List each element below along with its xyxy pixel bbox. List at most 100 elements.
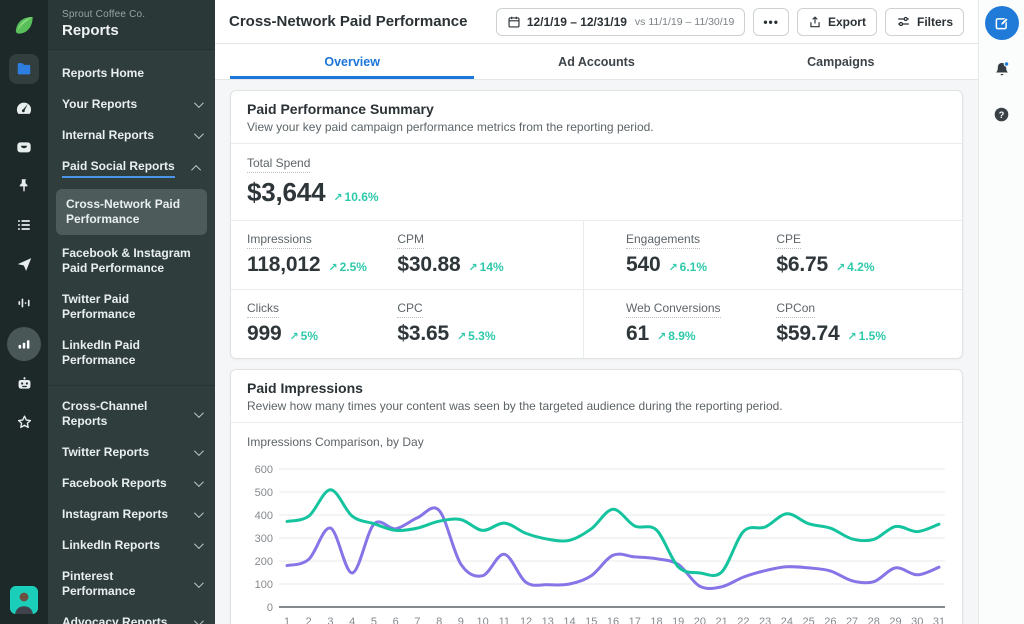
svg-text:5: 5 — [371, 616, 377, 624]
chevron-down-icon — [193, 539, 204, 550]
compose-button[interactable] — [984, 6, 1019, 40]
sidebar-item-advocacy-reports[interactable]: Advocacy Reports — [48, 607, 215, 624]
sidebar-item-facebook-reports[interactable]: Facebook Reports — [48, 468, 215, 499]
svg-text:30: 30 — [911, 616, 923, 624]
main-area: Cross-Network Paid Performance 12/1/19 –… — [215, 0, 978, 624]
sidebar-item-label: Twitter Paid Performance — [62, 292, 136, 321]
svg-text:600: 600 — [255, 464, 273, 476]
metrics-row-1-right: Engagements 540 ↗ 6.1% CPE $6.75 ↗ 4.2% — [583, 221, 962, 289]
metric-engagements: Engagements 540 ↗ 6.1% — [626, 230, 776, 277]
svg-text:13: 13 — [542, 616, 554, 624]
sidebar-item-cross-network-paid-performance[interactable]: Cross-Network Paid Performance — [56, 189, 207, 235]
chevron-down-icon — [193, 616, 204, 624]
topbar: Cross-Network Paid Performance 12/1/19 –… — [215, 0, 978, 44]
cpcon-value: $59.74 — [776, 322, 840, 345]
up-trend-arrow-icon: ↗ — [468, 262, 478, 274]
sidebar-item-instagram-reports[interactable]: Instagram Reports — [48, 499, 215, 530]
chevron-down-icon — [193, 508, 204, 519]
help-question-icon[interactable]: ? — [992, 105, 1011, 129]
sidebar-item-linkedin-reports[interactable]: LinkedIn Reports — [48, 530, 215, 561]
feed-list-icon[interactable] — [9, 210, 39, 240]
total-spend-value: $3,644 — [247, 177, 326, 207]
sidebar-item-label: Your Reports — [62, 97, 138, 111]
engagements-value: 540 — [626, 253, 661, 276]
export-icon — [808, 15, 822, 29]
reports-folder-icon[interactable] — [9, 54, 39, 84]
reports-bar-chart-icon[interactable] — [7, 327, 41, 361]
metric-cpcon: CPCon $59.74 ↗ 1.5% — [776, 299, 946, 346]
calendar-icon — [507, 15, 521, 29]
cpe-change: ↗ 4.2% — [835, 260, 875, 274]
sidebar-item-label: Cross-Channel Reports — [62, 399, 148, 428]
sidebar-item-your-reports[interactable]: Your Reports — [48, 89, 215, 120]
bot-icon[interactable] — [9, 368, 39, 398]
up-trend-arrow-icon: ↗ — [456, 331, 467, 343]
tab-campaigns[interactable]: Campaigns — [719, 44, 963, 79]
listening-equalizer-icon[interactable] — [9, 288, 39, 318]
paid-performance-summary-card: Paid Performance Summary View your key p… — [230, 90, 963, 359]
org-name: Sprout Coffee Co. — [62, 9, 146, 20]
user-avatar[interactable] — [10, 586, 38, 614]
sidebar-item-reports-home[interactable]: Reports Home — [48, 58, 215, 89]
metrics-row-2: Clicks 999 ↗ 5% CPC $3.65 ↗ 5.3% Web Convers… — [231, 289, 962, 358]
total-spend-change: ↗ 10.6% — [333, 190, 379, 204]
cpm-label[interactable]: CPM — [397, 232, 425, 249]
chevron-down-icon — [193, 477, 204, 488]
more-options-button[interactable]: ••• — [753, 7, 789, 36]
up-trend-arrow-icon: ↗ — [656, 331, 667, 343]
svg-text:29: 29 — [889, 616, 901, 624]
sidebar-item-pinterest-performance[interactable]: Pinterest Performance — [48, 561, 215, 607]
sidebar-item-linkedin-paid-performance[interactable]: LinkedIn Paid Performance — [48, 330, 215, 376]
web-conversions-value: 61 — [626, 322, 649, 345]
tab-overview[interactable]: Overview — [230, 44, 474, 79]
impressions-chart-body: Impressions Comparison, by Day 0 100 200 30… — [231, 423, 962, 624]
svg-text:200: 200 — [255, 556, 273, 568]
advocacy-star-icon[interactable] — [9, 407, 39, 437]
svg-text:7: 7 — [414, 616, 420, 624]
filter-sliders-icon — [896, 14, 911, 29]
engagements-label[interactable]: Engagements — [626, 232, 701, 249]
sidebar-item-internal-reports[interactable]: Internal Reports — [48, 120, 215, 151]
sidebar-item-cross-channel-reports[interactable]: Cross-Channel Reports — [48, 391, 215, 437]
report-tabs: Overview Ad Accounts Campaigns — [215, 44, 978, 80]
sprout-logo-icon[interactable] — [9, 10, 39, 40]
publishing-paper-plane-icon[interactable] — [9, 249, 39, 279]
cpm-change: ↗ 14% — [468, 260, 504, 274]
filters-button[interactable]: Filters — [884, 7, 964, 36]
sidebar-item-label: Instagram Reports — [62, 507, 169, 521]
cpe-label[interactable]: CPE — [776, 232, 802, 249]
cpcon-label[interactable]: CPCon — [776, 301, 816, 318]
web-conversions-label[interactable]: Web Conversions — [626, 301, 721, 318]
dashboard-gauge-icon[interactable] — [9, 93, 39, 123]
total-spend-label[interactable]: Total Spend — [247, 156, 311, 173]
left-icon-rail — [0, 0, 48, 624]
date-range-button[interactable]: 12/1/19 – 12/31/19 vs 11/1/19 – 11/30/19 — [495, 7, 746, 36]
svg-text:20: 20 — [694, 616, 706, 624]
sidebar-item-twitter-reports[interactable]: Twitter Reports — [48, 437, 215, 468]
clicks-label[interactable]: Clicks — [247, 301, 279, 318]
date-range-label: 12/1/19 – 12/31/19 — [526, 14, 627, 29]
sidebar-item-paid-social-reports[interactable]: Paid Social Reports — [48, 151, 215, 186]
metric-cpe: CPE $6.75 ↗ 4.2% — [776, 230, 946, 277]
pin-icon[interactable] — [9, 171, 39, 201]
metrics-row-1: Impressions 118,012 ↗ 2.5% CPM $30.88 ↗ 14% … — [231, 221, 962, 289]
up-trend-arrow-icon: ↗ — [289, 331, 299, 343]
sidebar-item-twitter-paid-performance[interactable]: Twitter Paid Performance — [48, 284, 215, 330]
export-button[interactable]: Export — [796, 7, 877, 36]
impressions-change: ↗ 2.5% — [328, 260, 367, 274]
app-window: Sprout Coffee Co. Reports Reports Home Yo… — [0, 0, 1024, 624]
svg-text:400: 400 — [255, 510, 273, 522]
chevron-up-icon — [191, 164, 202, 175]
cpc-label[interactable]: CPC — [397, 301, 423, 318]
up-trend-arrow-icon: ↗ — [668, 262, 678, 274]
notifications-bell-icon[interactable] — [992, 60, 1012, 85]
impressions-label[interactable]: Impressions — [247, 232, 312, 249]
sidebar-item-facebook-instagram-paid-performance[interactable]: Facebook & Instagram Paid Performance — [48, 238, 215, 284]
tab-ad-accounts[interactable]: Ad Accounts — [474, 44, 718, 79]
sidebar-title: Reports — [62, 22, 119, 39]
inbox-icon[interactable] — [9, 132, 39, 162]
sidebar-item-label: Pinterest Performance — [62, 569, 136, 598]
metric-cpm: CPM $30.88 ↗ 14% — [397, 230, 567, 277]
svg-text:24: 24 — [781, 616, 793, 624]
line-chart-svg: 01002003004005006001 2 3 4 5 6 7 8 9 10 11 12 13 14 15… — [255, 464, 945, 624]
